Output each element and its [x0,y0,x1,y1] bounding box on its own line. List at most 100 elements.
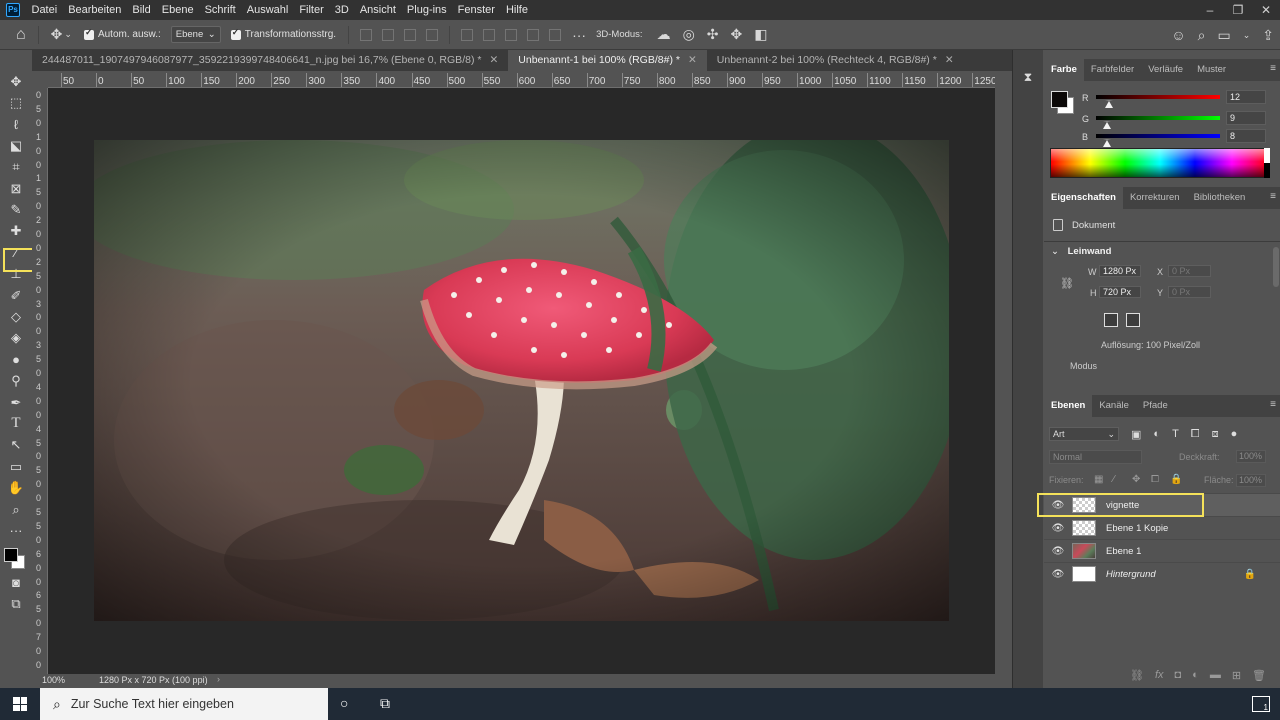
marquee-tool-icon[interactable]: ⬚ [2,92,30,113]
foreground-color-swatch[interactable] [4,547,18,562]
workspace-icon[interactable]: ▭ [1217,27,1230,44]
tab-bibliotheken[interactable]: Bibliotheken [1187,187,1253,209]
red-value[interactable]: 12 [1226,90,1266,104]
menu-bild[interactable]: Bild [127,4,156,16]
3d-roll-icon[interactable]: ◎ [683,26,695,43]
healing-brush-tool-icon[interactable]: ✚ [2,221,30,242]
lock-pixels-icon[interactable]: ∕ [1113,474,1115,485]
blue-value[interactable]: 8 [1226,129,1266,143]
layer-row-ebene-1[interactable]: 👁 Ebene 1 [1044,539,1280,562]
canvas-document[interactable] [94,140,949,621]
filter-pixel-icon[interactable]: ▣ [1131,428,1141,441]
history-panel-icon[interactable]: ⧗ [1017,70,1039,88]
tab-document-1[interactable]: 244487011_1907497946087977_3592219399748… [32,50,508,71]
move-tool-icon[interactable]: ✥ [2,71,30,92]
close-icon[interactable]: ✕ [1252,0,1280,20]
transform-controls-checkbox[interactable]: Transformationsstrg. [230,27,336,40]
move-tool-icon[interactable]: ✥ [51,26,63,43]
green-value[interactable]: 9 [1226,111,1266,125]
distribute-horizontal-icon[interactable] [549,28,562,41]
restore-icon[interactable]: ❐ [1224,0,1252,20]
menu-schrift[interactable]: Schrift [199,4,241,16]
canvas-section-header[interactable]: ⌄ Leinwand [1051,246,1111,257]
menu-hilfe[interactable]: Hilfe [500,4,533,16]
filter-smart-object-icon[interactable]: ⧈ [1212,428,1219,441]
menu-fenster[interactable]: Fenster [452,4,500,16]
menu-plugins[interactable]: Plug-ins [401,4,452,16]
align-middle-icon[interactable] [483,28,496,41]
x-input[interactable]: 0 Px [1168,265,1211,277]
width-input[interactable]: 1280 Px [1099,265,1141,277]
align-top-icon[interactable] [461,28,474,41]
panel-menu-icon[interactable]: ≡ [1270,399,1276,410]
zoom-tool-icon[interactable]: ⌕ [2,499,30,520]
tab-kanaele[interactable]: Kanäle [1092,395,1136,417]
filter-toggle-icon[interactable]: ● [1231,428,1238,440]
red-track[interactable] [1096,95,1220,99]
align-left-icon[interactable] [360,28,373,41]
taskbar-search[interactable]: ⌕ Zur Suche Text hier eingeben [40,688,328,720]
lock-all-icon[interactable]: 🔒 [1170,474,1182,485]
tab-verlaeufe[interactable]: Verläufe [1141,59,1190,81]
tab-ebenen[interactable]: Ebenen [1044,395,1093,417]
close-icon[interactable]: ✕ [945,50,954,71]
menu-datei[interactable]: Datei [26,4,63,16]
tab-farbe[interactable]: Farbe [1044,59,1084,81]
tab-document-3[interactable]: Unbenannt-2 bei 100% (Rechteck 4, RGB/8#… [707,50,964,71]
auto-select-dropdown[interactable]: Ebene ⌄ [170,26,221,43]
align-bottom-icon[interactable] [505,28,518,41]
eraser-tool-icon[interactable]: ◇ [2,306,30,327]
rectangle-tool-icon[interactable]: ▭ [2,456,30,477]
landscape-orientation-icon[interactable] [1126,313,1140,327]
foreground-color-swatch[interactable] [1051,91,1068,108]
lock-artboard-icon[interactable]: ⧠ [1151,474,1159,485]
color-swatches[interactable] [1051,91,1074,114]
cortana-icon[interactable]: ○ [340,695,348,711]
eye-icon[interactable]: 👁 [1051,569,1065,580]
notification-icon[interactable]: 1 [1252,696,1270,712]
green-thumb[interactable] [1103,121,1112,129]
frame-tool-icon[interactable]: ⊠ [2,178,30,199]
tab-korrekturen[interactable]: Korrekturen [1123,187,1187,209]
quick-select-tool-icon[interactable]: ⬕ [2,135,30,156]
dodge-tool-icon[interactable]: ⚲ [2,370,30,391]
home-icon[interactable]: ⌂ [16,26,26,44]
color-spectrum[interactable] [1050,148,1270,178]
3d-pan-icon[interactable]: ✣ [707,26,719,43]
filter-adjustment-icon[interactable]: ◐ [1153,428,1160,440]
checkbox-box[interactable] [230,27,241,40]
chevron-right-icon[interactable]: › [217,674,220,684]
close-icon[interactable]: ✕ [688,50,697,71]
lasso-tool-icon[interactable]: ℓ [2,114,30,135]
green-slider[interactable]: G 9 [1082,111,1278,129]
link-layers-icon[interactable]: ⛓ [1130,669,1144,682]
history-brush-tool-icon[interactable]: ✐ [2,285,30,306]
height-input[interactable]: 720 Px [1099,286,1141,298]
blue-slider[interactable]: B 8 [1082,129,1278,147]
opacity-input[interactable]: 100% [1236,450,1266,463]
filter-shape-icon[interactable]: ⧠ [1191,428,1200,441]
tab-muster[interactable]: Muster [1190,59,1233,81]
screen-mode-icon[interactable]: ⧉ [2,593,30,614]
workspace-scrollbar[interactable] [995,71,1012,674]
blue-track[interactable] [1096,134,1220,138]
menu-ebene[interactable]: Ebene [156,4,199,16]
tab-document-2[interactable]: Unbenannt-1 bei 100% (RGB/8#) * ✕ [508,50,707,71]
y-input[interactable]: 0 Px [1168,286,1211,298]
adjustment-layer-icon[interactable]: ◐ [1192,669,1199,681]
distribute-icon[interactable] [426,28,439,41]
menu-3d[interactable]: 3D [329,4,354,16]
lock-position-icon[interactable]: ✥ [1132,474,1140,485]
panel-menu-icon[interactable]: ≡ [1270,63,1276,74]
tab-eigenschaften[interactable]: Eigenschaften [1044,187,1123,209]
eye-icon[interactable]: 👁 [1051,546,1065,557]
menu-auswahl[interactable]: Auswahl [241,4,294,16]
eye-icon[interactable]: 👁 [1051,523,1065,534]
black-white-picker[interactable] [1264,148,1270,178]
menu-ansicht[interactable]: Ansicht [354,4,401,16]
close-icon[interactable]: ✕ [489,50,498,71]
quick-mask-icon[interactable]: ◙ [2,572,30,593]
filter-type-icon[interactable]: T [1172,428,1179,440]
3d-orbit-icon[interactable]: ☁ [657,26,671,43]
hand-tool-icon[interactable]: ✋ [2,477,30,498]
